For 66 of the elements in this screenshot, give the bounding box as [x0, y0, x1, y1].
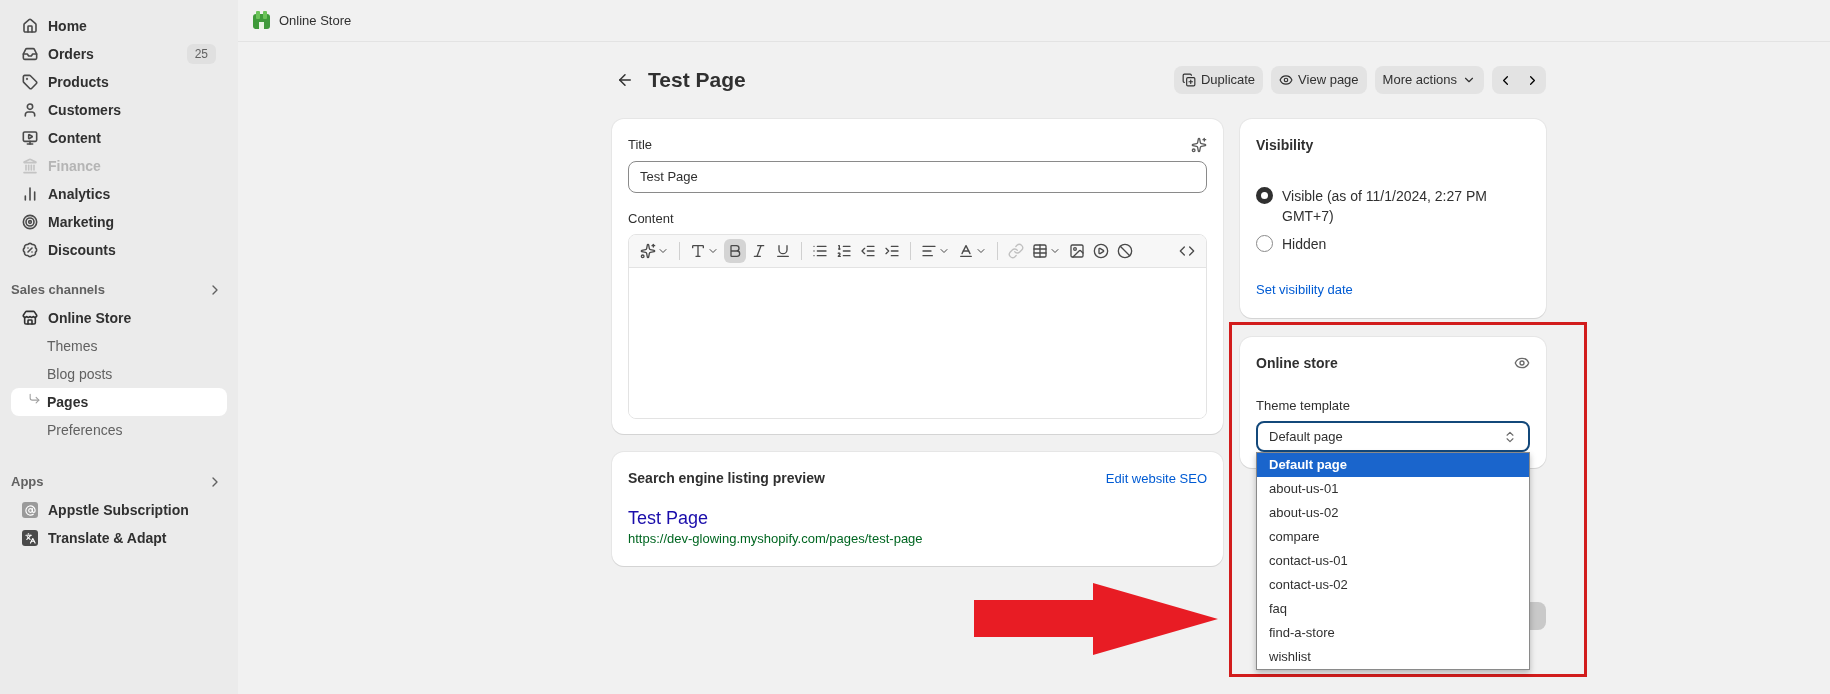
eye-icon[interactable] — [1514, 355, 1530, 371]
template-select[interactable]: Default page — [1256, 421, 1530, 452]
page-title: Test Page — [648, 67, 746, 94]
percent-badge-icon — [22, 242, 38, 258]
count-badge: 25 — [186, 44, 216, 64]
sparkle-icon[interactable] — [1191, 136, 1207, 153]
header-action-button[interactable]: More actions — [1374, 66, 1484, 94]
header-action-button[interactable]: Duplicate — [1173, 66, 1264, 94]
dropdown-option[interactable]: about-us-01 — [1257, 477, 1529, 501]
bank-icon — [22, 158, 38, 174]
nav-item[interactable]: Marketing — [11, 208, 227, 236]
section-heading: Sales channels — [11, 281, 105, 300]
field-label: Theme template — [1256, 396, 1351, 415]
nav-item[interactable]: Discounts — [11, 236, 227, 264]
dropdown-option[interactable]: wishlist — [1257, 645, 1529, 669]
nav-subitem[interactable]: Pages — [11, 388, 227, 416]
nav-item[interactable]: Customers — [11, 96, 227, 124]
header-action-button[interactable]: View page — [1271, 66, 1367, 94]
bold-icon[interactable] — [724, 239, 746, 263]
preview-url: https://dev-glowing.myshopify.com/pages/test-page — [628, 530, 924, 548]
nav-item[interactable]: Orders 25 — [11, 40, 227, 68]
field-label: Content — [628, 209, 675, 228]
radio-button[interactable] — [1256, 187, 1273, 204]
tag-icon — [22, 74, 38, 90]
dropdown-option[interactable]: find-a-store — [1257, 621, 1529, 645]
dropdown-option[interactable]: about-us-02 — [1257, 501, 1529, 525]
radio-label: Visible (as of 11/1/2024, 2:27 PM GMT+7) — [1282, 187, 1488, 226]
bar-chart-icon — [22, 186, 38, 202]
store-icon — [22, 310, 38, 326]
section-heading: Apps — [11, 473, 44, 492]
nav-item[interactable]: Content — [11, 124, 227, 152]
card-title: Online store — [1256, 353, 1338, 373]
person-icon — [22, 102, 38, 118]
duplicate-icon — [1181, 73, 1196, 87]
card-title: Visibility — [1256, 136, 1315, 155]
store-icon — [252, 11, 271, 30]
target-icon — [22, 214, 38, 230]
dropdown-option[interactable]: compare — [1257, 525, 1529, 549]
dropdown-option[interactable]: contact-us-02 — [1257, 573, 1529, 597]
nav-item[interactable]: Translate & Adapt — [11, 524, 227, 552]
title-input[interactable]: Test Page — [628, 160, 1207, 193]
translate-icon — [22, 530, 38, 546]
app-title: Online Store — [279, 11, 352, 30]
home-icon — [22, 18, 38, 34]
monitor-icon — [22, 130, 38, 146]
radio-label: Hidden — [1282, 235, 1327, 254]
nav-item[interactable]: Appstle Subscription — [11, 496, 227, 524]
set-date-link[interactable]: Set visibility date — [1256, 280, 1530, 300]
edit-seo-link[interactable]: Edit website SEO — [1105, 468, 1207, 489]
dropdown-option[interactable]: Default page — [1257, 453, 1529, 477]
card-title: Search engine listing preview — [628, 469, 825, 488]
eye-icon — [1279, 73, 1294, 87]
inbox-icon — [22, 46, 38, 62]
nav-subitem[interactable]: Themes — [11, 332, 227, 360]
tree-connector-icon — [28, 392, 41, 405]
nav-item[interactable]: Online Store — [11, 304, 227, 332]
nav-subitem[interactable]: Blog posts — [11, 360, 227, 388]
field-label: Title — [628, 136, 653, 154]
preview-title: Test Page — [628, 507, 710, 529]
at-sign-icon — [22, 502, 38, 518]
nav-item[interactable]: Products — [11, 68, 227, 96]
nav-subitem[interactable]: Preferences — [11, 416, 227, 444]
dropdown-option[interactable]: faq — [1257, 597, 1529, 621]
nav-item[interactable]: Home — [11, 12, 227, 40]
dropdown-option[interactable]: contact-us-01 — [1257, 549, 1529, 573]
nav-item[interactable]: Analytics — [11, 180, 227, 208]
